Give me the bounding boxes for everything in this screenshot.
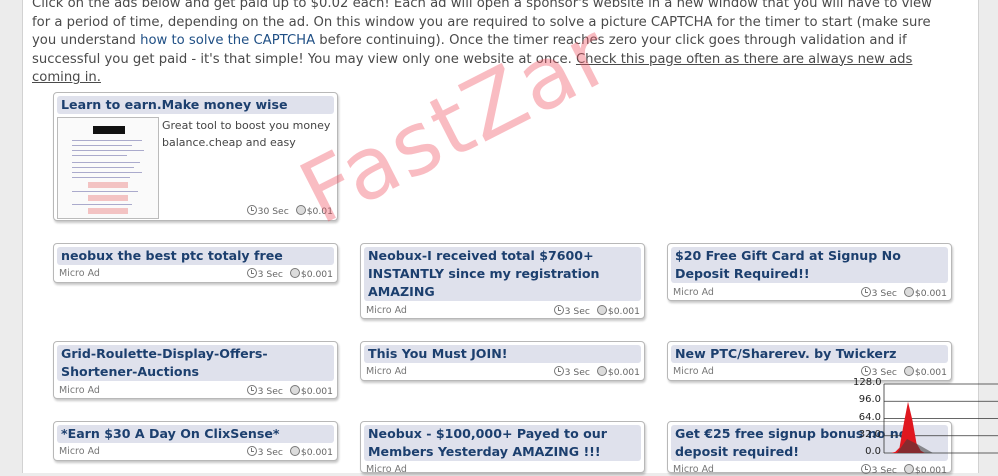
coin-icon [289,385,300,395]
ad-card[interactable]: This You Must JOIN! Micro Ad 3 Sec $0.00… [360,341,645,381]
clock-icon [860,366,871,376]
ad-title[interactable]: New PTC/Sharerev. by Twickerz [671,345,948,363]
ad-description: Micro Ad [366,464,407,475]
ad-description: Micro Ad [673,366,714,377]
ad-title[interactable]: $20 Free Gift Card at Signup No Deposit … [671,247,948,283]
clock-icon [246,268,257,278]
ad-meta: 3 Sec $0.001 [553,366,640,378]
ad-card[interactable]: Neobux - $100,000+ Payed to our Members … [360,421,645,475]
ad-description: Micro Ad [673,287,714,298]
coin-icon [596,366,607,376]
ad-title[interactable]: *Earn $30 A Day On ClixSense* [57,425,334,443]
ad-description: Micro Ad [673,464,714,475]
ad-card[interactable]: Grid-Roulette-Display-Offers-Shortener-A… [53,341,338,399]
ad-time: 3 Sec [257,386,283,397]
ad-card[interactable]: Neobux-I received total $7600+ INSTANTLY… [360,243,645,319]
coin-icon [596,305,607,315]
captcha-help-link[interactable]: how to solve the CAPTCHA [140,33,315,48]
intro-text: Click on the ads below and get paid up t… [32,0,937,88]
mini-chart: 128.0 96.0 64.0 32.0 0.0 [853,377,998,473]
ad-time: 3 Sec [257,447,283,458]
ad-card[interactable]: $20 Free Gift Card at Signup No Deposit … [667,243,952,301]
ad-thumbnail[interactable] [57,117,159,219]
ad-time: 3 Sec [564,367,590,378]
coin-icon [903,366,914,376]
ad-description: Micro Ad [366,366,407,377]
ad-amount: $0.001 [607,306,640,317]
ad-time: 3 Sec [257,269,283,280]
clock-icon [860,287,871,297]
ad-description: Micro Ad [59,385,100,396]
ad-amount: $0.001 [607,367,640,378]
featured-ad-description: Great tool to boost you money balance.ch… [162,119,331,149]
ad-title[interactable]: Neobux-I received total $7600+ INSTANTLY… [364,247,641,301]
featured-ad-title[interactable]: Learn to earn.Make money wise [57,96,334,114]
ad-title[interactable]: This You Must JOIN! [364,345,641,363]
ad-amount: $0.001 [300,386,333,397]
ad-meta: 30 Sec $0.01 [246,205,333,217]
ad-meta: 3 Sec $0.001 [860,287,947,299]
ad-time: 3 Sec [871,288,897,299]
featured-ad[interactable]: Learn to earn.Make money wise Great tool… [53,92,338,221]
clock-icon [553,366,564,376]
ad-time: 3 Sec [564,306,590,317]
clock-icon [246,446,257,456]
ad-description: Micro Ad [59,446,100,457]
ad-description: Micro Ad [59,268,100,279]
ad-meta: 3 Sec $0.001 [246,446,333,458]
ad-meta: 3 Sec $0.001 [553,305,640,317]
ad-time: 30 Sec [257,206,289,217]
ad-description: Micro Ad [366,305,407,316]
ad-card[interactable]: neobux the best ptc totaly free Micro Ad… [53,243,338,283]
ad-amount: $0.01 [306,206,333,217]
ad-meta: 3 Sec $0.001 [246,385,333,397]
ad-title[interactable]: neobux the best ptc totaly free [57,247,334,265]
coin-icon [289,446,300,456]
ad-card[interactable]: *Earn $30 A Day On ClixSense* Micro Ad 3… [53,421,338,461]
clock-icon [553,305,564,315]
clock-icon [246,385,257,395]
ad-title[interactable]: Neobux - $100,000+ Payed to our Members … [364,425,641,461]
ad-card[interactable]: New PTC/Sharerev. by Twickerz Micro Ad 3… [667,341,952,381]
ad-amount: $0.001 [914,288,947,299]
coin-icon [289,268,300,278]
ad-amount: $0.001 [300,447,333,458]
coin-icon [295,205,306,215]
ad-amount: $0.001 [300,269,333,280]
clock-icon [246,205,257,215]
coin-icon [903,287,914,297]
chart-plot [883,383,998,454]
ad-title[interactable]: Grid-Roulette-Display-Offers-Shortener-A… [57,345,334,381]
ad-meta: 3 Sec $0.001 [246,268,333,280]
